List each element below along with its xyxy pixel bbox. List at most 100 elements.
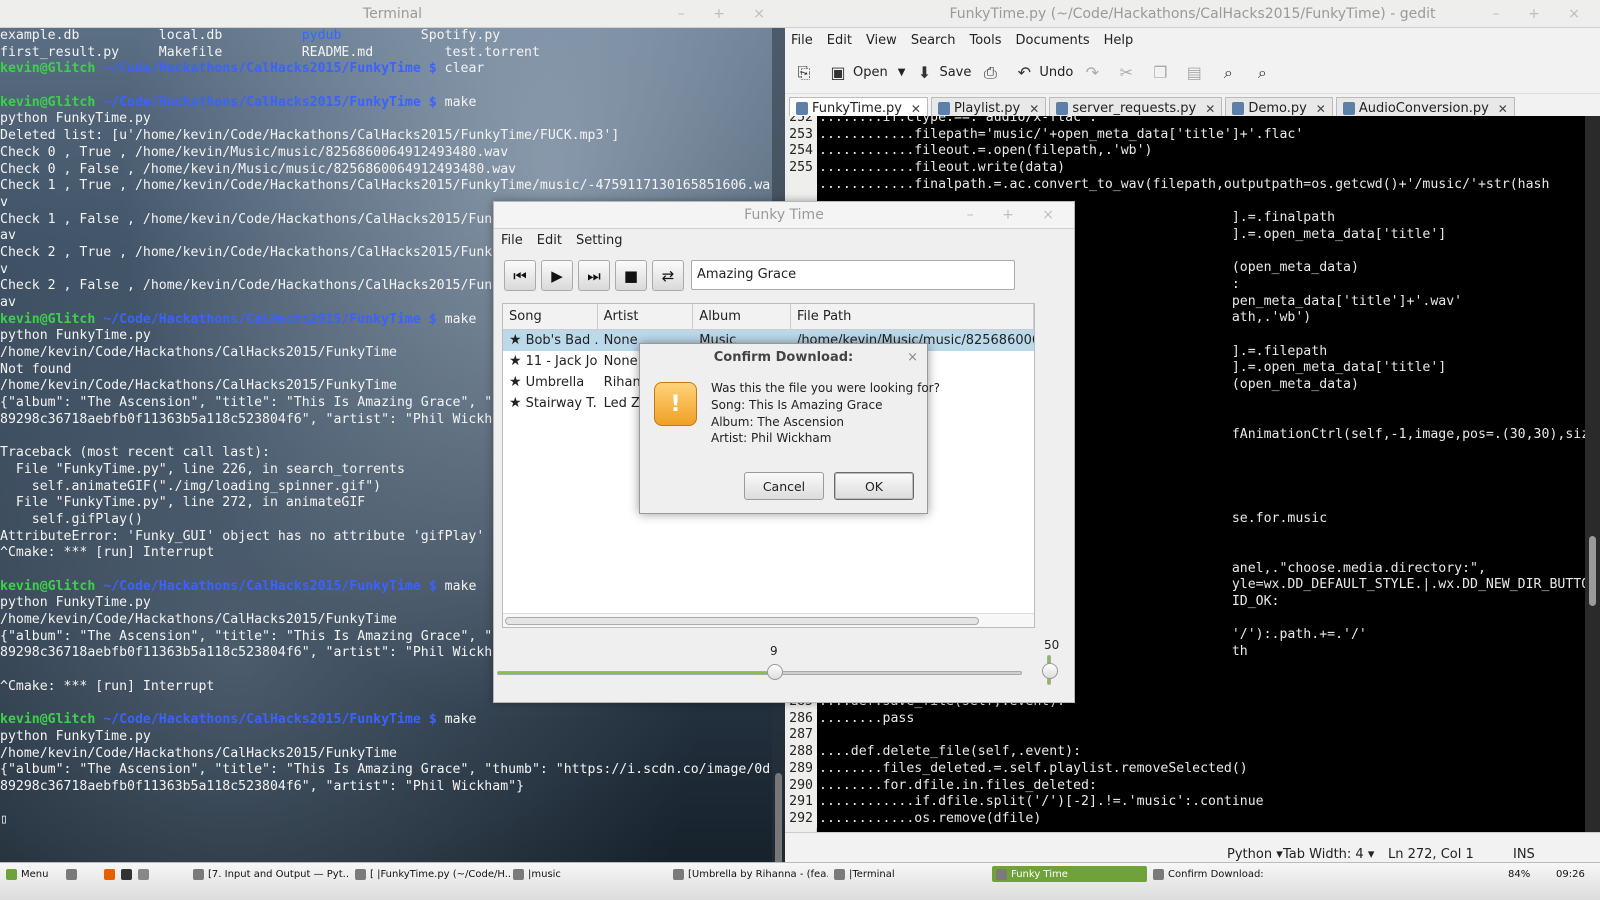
prompt-path: ~/Code/Hackathons/CalHacks2015/FunkyTime… xyxy=(95,61,437,77)
song-search-input[interactable]: Amazing Grace xyxy=(691,260,1015,290)
terminal-text: self.animateGIF("./img/loading_spinner.g… xyxy=(0,478,382,494)
taskbar-window-button[interactable]: |Terminal xyxy=(834,866,989,882)
menu-label: Menu xyxy=(21,868,49,880)
save-button[interactable]: ⬇ Save xyxy=(915,63,972,82)
new-button[interactable]: ⎘ xyxy=(795,63,819,82)
terminal-text: /home/kevin/Code/Hackathons/CalHacks2015… xyxy=(0,345,397,361)
redo-button[interactable]: ↷ xyxy=(1083,63,1107,82)
playlist-hscrollbar[interactable] xyxy=(503,613,1034,627)
star-icon[interactable]: ★ xyxy=(509,332,522,348)
print-button[interactable]: ⎙ xyxy=(981,62,1005,82)
ok-button[interactable]: OK xyxy=(834,472,914,500)
close-icon[interactable]: ✕ xyxy=(1498,102,1508,116)
menu-file[interactable]: File xyxy=(501,233,523,248)
star-icon[interactable]: ★ xyxy=(509,353,522,369)
tab-label: Demo.py xyxy=(1248,101,1307,116)
cell-text: None xyxy=(603,333,638,348)
copy-button[interactable]: ❐ xyxy=(1151,63,1175,82)
code-line: 255 ............fileout.write(data) xyxy=(785,160,1585,177)
terminal-line: ▯ xyxy=(0,812,778,829)
clock[interactable]: 09:26 xyxy=(1556,866,1585,882)
code-text-line: ........pass xyxy=(819,710,915,726)
terminal-line: Check 1 , True , /home/kevin/Code/Hackat… xyxy=(0,178,778,195)
column-header[interactable]: File Path xyxy=(791,304,1034,329)
play-button[interactable]: ▶ xyxy=(541,260,573,291)
seek-value: 9 xyxy=(770,644,778,658)
language-selector[interactable]: Python ▾ xyxy=(1227,847,1283,862)
close-icon[interactable]: ✕ xyxy=(911,102,921,116)
show-desktop-button[interactable] xyxy=(66,866,81,882)
close-icon[interactable]: ✕ xyxy=(1316,102,1326,116)
firefox-launcher[interactable] xyxy=(104,866,119,882)
code-text-line: ............fileout.write(data) xyxy=(819,160,1066,176)
close-icon[interactable]: × xyxy=(907,344,918,372)
prompt-path: ~/Code/Hackathons/CalHacks2015/FunkyTime… xyxy=(95,311,437,327)
volume-knob[interactable] xyxy=(1042,663,1058,679)
chevron-down-icon[interactable]: ▼ xyxy=(898,67,906,78)
column-header[interactable]: Album xyxy=(693,304,791,329)
terminal-text: first_result.py Makefile README.md test.… xyxy=(0,44,540,60)
tab-label: server_requests.py xyxy=(1072,101,1197,116)
print-icon: ⎙ xyxy=(983,62,997,82)
taskbar-label: [7. Input and Output — Pyt... xyxy=(208,868,348,880)
taskbar-window-button[interactable]: [ |FunkyTime.py (~/Code/H... xyxy=(355,866,510,882)
funky-window-buttons[interactable]: – + × xyxy=(967,202,1066,229)
terminal-text: ▯ xyxy=(0,812,8,828)
gedit-window-buttons[interactable]: – + × xyxy=(1493,0,1592,28)
menu-edit[interactable]: Edit xyxy=(827,33,852,48)
stop-button[interactable]: ■ xyxy=(615,260,647,291)
terminal-window-buttons[interactable]: – + × xyxy=(678,0,777,28)
cut-icon: ✂ xyxy=(1119,62,1134,82)
terminal-line: kevin@Glitch ~/Code/Hackathons/CalHacks2… xyxy=(0,95,778,112)
code-line: 291 ............if.dfile.split('/')[-2].!… xyxy=(785,794,1585,811)
menu-tools[interactable]: Tools xyxy=(969,33,1001,48)
terminal-line: python FunkyTime.py xyxy=(0,111,778,128)
code-line: 292 ............os.remove(dfile) xyxy=(785,810,1585,828)
desktop-icon xyxy=(66,868,77,880)
taskbar-window-button[interactable]: |music xyxy=(513,866,668,882)
repeat-button[interactable]: ⇄ xyxy=(652,260,684,291)
seek-slider[interactable] xyxy=(497,671,1022,675)
close-icon[interactable]: ✕ xyxy=(1029,102,1039,116)
editor-scrollbar[interactable] xyxy=(1585,116,1600,832)
column-header[interactable]: Song xyxy=(503,304,598,329)
next-button[interactable]: ⏭ xyxy=(578,260,610,291)
menu-documents[interactable]: Documents xyxy=(1016,33,1090,48)
terminal-text: self.gifPlay() xyxy=(0,511,143,527)
undo-button[interactable]: ↶ Undo xyxy=(1015,63,1074,82)
menu-view[interactable]: View xyxy=(866,33,897,48)
tab-label: AudioConversion.py xyxy=(1358,101,1489,116)
open-button[interactable]: ▣ Open ▼ xyxy=(829,63,906,82)
menu-file[interactable]: File xyxy=(791,33,813,48)
find-button[interactable]: ⌕ xyxy=(1219,63,1243,82)
line-number: 288 xyxy=(785,744,817,761)
battery-indicator[interactable]: 84% xyxy=(1508,866,1530,882)
files-launcher[interactable] xyxy=(138,866,153,882)
paste-button[interactable]: ▤ xyxy=(1185,63,1209,82)
column-header[interactable]: Artist xyxy=(598,304,694,329)
save-label: Save xyxy=(939,65,972,80)
previous-button[interactable]: ⏮ xyxy=(504,260,536,291)
taskbar-window-button[interactable]: [Umbrella by Rihanna - (fea... xyxy=(673,866,828,882)
menu-search[interactable]: Search xyxy=(911,33,956,48)
taskbar-window-button[interactable]: [7. Input and Output — Pyt... xyxy=(193,866,348,882)
menu-help[interactable]: Help xyxy=(1104,33,1134,48)
cancel-button[interactable]: Cancel xyxy=(744,472,824,500)
terminal-launcher[interactable] xyxy=(121,866,136,882)
dir-entry: pydub xyxy=(301,28,342,43)
taskbar-window-button[interactable]: Funky Time xyxy=(992,866,1147,882)
start-menu-button[interactable]: Menu xyxy=(6,866,48,882)
taskbar-window-button[interactable]: Confirm Download: xyxy=(1153,866,1308,882)
star-icon[interactable]: ★ xyxy=(509,374,522,390)
star-icon[interactable]: ★ xyxy=(509,395,522,411)
terminal-text: 89298c36718aebfb0f11363b5a118c523804f6",… xyxy=(0,411,501,427)
cut-button[interactable]: ✂ xyxy=(1117,62,1141,82)
find-replace-button[interactable]: ⌕ xyxy=(1253,63,1277,82)
tab-width-selector[interactable]: Tab Width: 4 ▾ xyxy=(1283,847,1374,862)
taskbar: Menu [7. Input and Output — Pyt... [ |Fun… xyxy=(0,862,1600,900)
code-text-line xyxy=(817,727,819,744)
menu-setting[interactable]: Setting xyxy=(576,233,623,248)
close-icon[interactable]: ✕ xyxy=(1205,102,1215,116)
menu-edit[interactable]: Edit xyxy=(537,233,562,248)
seek-knob[interactable] xyxy=(767,664,784,680)
